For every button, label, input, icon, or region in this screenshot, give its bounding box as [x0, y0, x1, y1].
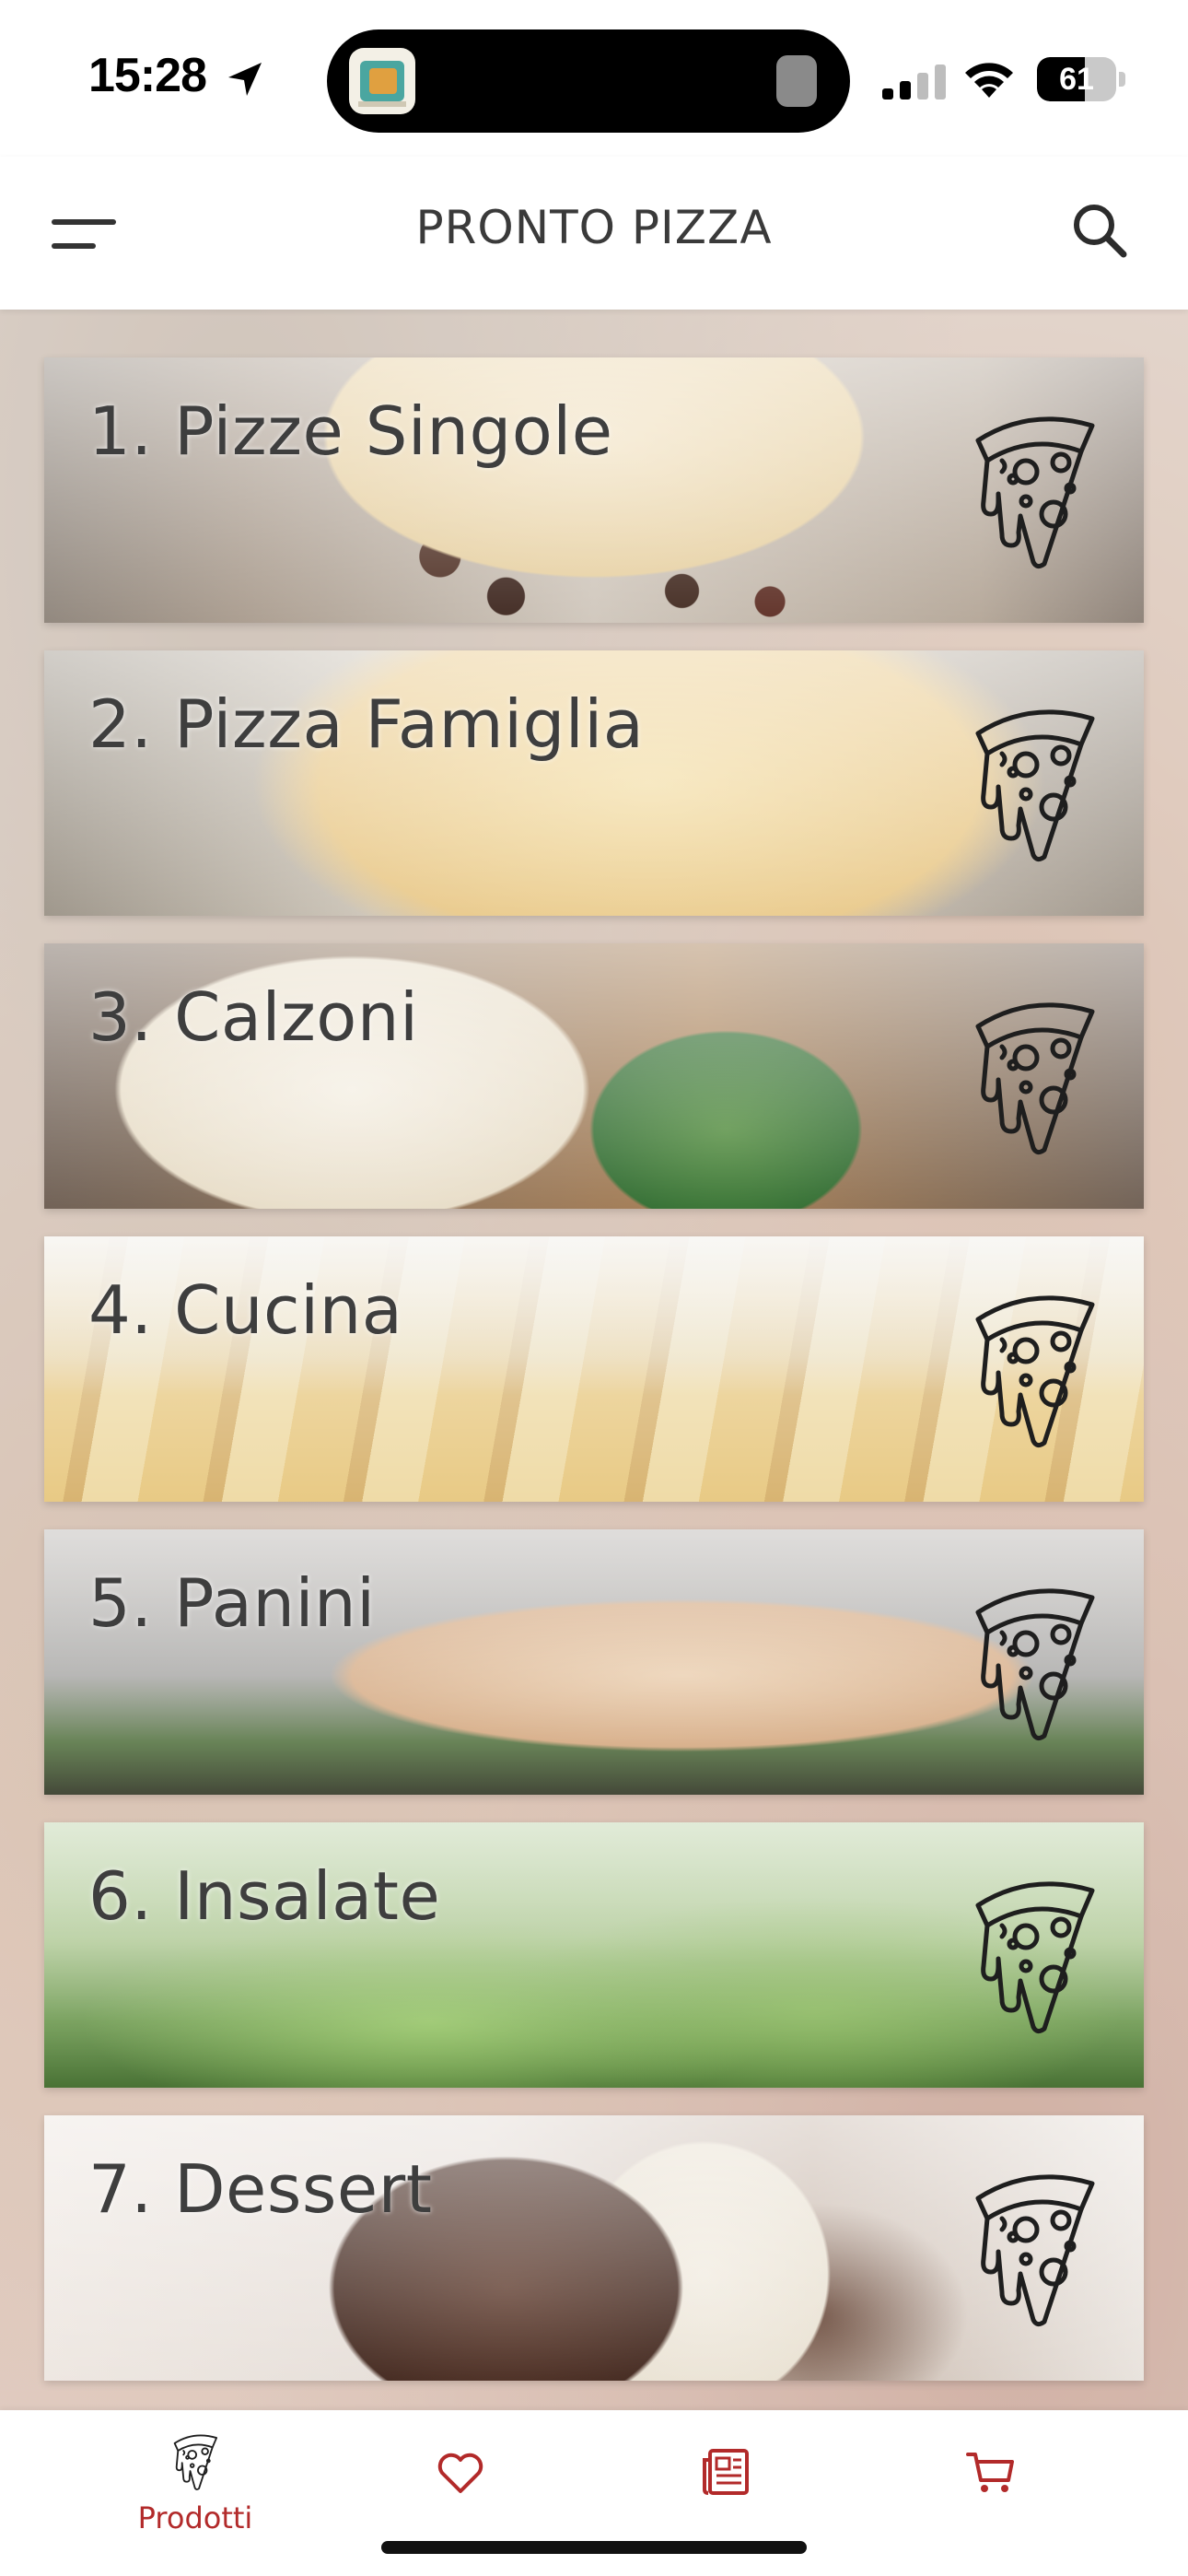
- status-time: 15:28: [88, 49, 207, 102]
- newspaper-icon: [703, 2449, 749, 2495]
- battery-level-text: 61: [1059, 62, 1094, 97]
- tab-prodotti[interactable]: Prodotti: [112, 2410, 278, 2539]
- page-title: PRONTO PIZZA: [415, 201, 773, 254]
- pizza-slice-icon: [965, 1870, 1103, 2036]
- cellular-signal-icon: [882, 64, 946, 100]
- category-card-dessert[interactable]: 7. Dessert: [44, 2115, 1144, 2381]
- tab-news[interactable]: [643, 2410, 809, 2539]
- category-card-insalate[interactable]: 6. Insalate: [44, 1822, 1144, 2088]
- category-card-cucina[interactable]: 4. Cucina: [44, 1236, 1144, 1502]
- category-label: 2. Pizza Famiglia: [88, 685, 645, 763]
- search-icon[interactable]: [1070, 201, 1129, 260]
- pizza-slice-icon: [965, 405, 1103, 571]
- pizza-slice-icon: [173, 2434, 218, 2490]
- category-card-panini[interactable]: 5. Panini: [44, 1529, 1144, 1795]
- dynamic-island: [327, 29, 850, 133]
- pizza-slice-icon: [965, 698, 1103, 864]
- category-label: 4. Cucina: [88, 1271, 403, 1349]
- tab-label: Prodotti: [137, 2500, 253, 2535]
- category-list: 1. Pizze Singole 2. Pizza Famiglia 3. Ca…: [44, 357, 1144, 2408]
- category-card-pizze-singole[interactable]: 1. Pizze Singole: [44, 357, 1144, 623]
- category-list-area: 1. Pizze Singole 2. Pizza Famiglia 3. Ca…: [0, 310, 1188, 2410]
- wifi-icon: [965, 63, 1013, 98]
- category-label: 7. Dessert: [88, 2150, 433, 2228]
- tab-favorites[interactable]: [378, 2410, 543, 2539]
- category-label: 6. Insalate: [88, 1857, 441, 1935]
- microphone-icon: [776, 55, 817, 107]
- category-card-pizza-famiglia[interactable]: 2. Pizza Famiglia: [44, 650, 1144, 916]
- location-arrow-icon: [228, 63, 262, 96]
- category-card-calzoni[interactable]: 3. Calzoni: [44, 943, 1144, 1209]
- pizza-slice-icon: [965, 1577, 1103, 1743]
- category-label: 5. Panini: [88, 1564, 376, 1642]
- cart-icon: [966, 2453, 1014, 2492]
- tab-cart[interactable]: [908, 2410, 1074, 2539]
- battery-indicator: 61: [1037, 57, 1125, 101]
- category-label: 3. Calzoni: [88, 978, 419, 1056]
- pizza-slice-icon: [965, 2163, 1103, 2329]
- home-indicator[interactable]: [381, 2541, 807, 2554]
- category-label: 1. Pizze Singole: [88, 392, 613, 470]
- app-header: PRONTO PIZZA: [0, 157, 1188, 310]
- heart-icon: [437, 2453, 483, 2493]
- status-bar: 15:28 61: [0, 0, 1188, 157]
- app-icon: [349, 48, 415, 114]
- pizza-slice-icon: [965, 991, 1103, 1157]
- pizza-slice-icon: [965, 1284, 1103, 1450]
